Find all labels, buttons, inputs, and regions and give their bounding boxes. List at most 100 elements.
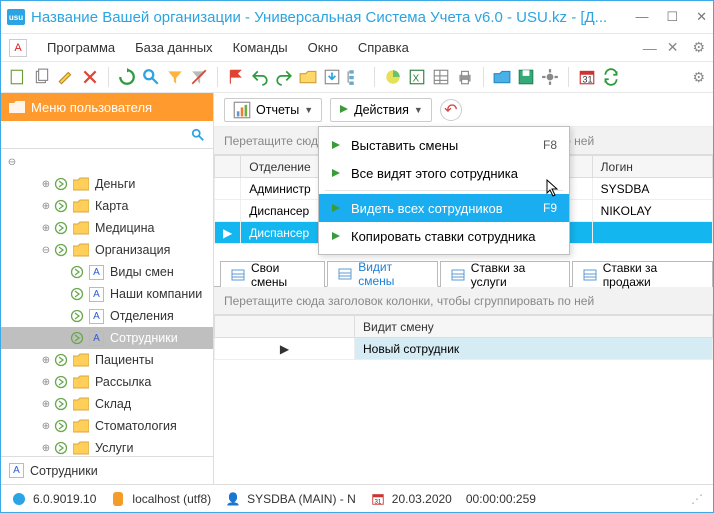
menu-item-label: Выставить смены (351, 138, 533, 153)
table-icon (583, 268, 597, 282)
minimize-button[interactable]: — (635, 9, 648, 25)
toolbar-import-icon[interactable] (323, 68, 341, 86)
tree-folder[interactable]: ⊕Услуги (1, 437, 213, 456)
maximize-button[interactable]: ☐ (666, 9, 678, 25)
toolbar-new-icon[interactable] (9, 68, 27, 86)
reports-button[interactable]: Отчеты ▼ (224, 98, 322, 122)
toolbar-filter-icon[interactable] (166, 68, 184, 86)
tab[interactable]: Ставки за услуги (440, 261, 570, 287)
arrow-circle-icon (53, 176, 69, 192)
tree-item[interactable]: AНаши компании (1, 283, 213, 305)
column-header[interactable]: Видит смену (355, 316, 713, 338)
tree-item[interactable]: AСотрудники (1, 327, 213, 349)
toolbar-undo-icon[interactable] (251, 68, 269, 86)
tree-label: Медицина (95, 221, 155, 235)
tree-folder[interactable]: ⊕Деньги (1, 173, 213, 195)
tree-folder[interactable]: ⊕Рассылка (1, 371, 213, 393)
toolbar-folder-open-icon[interactable] (493, 68, 511, 86)
menu-separator (325, 190, 563, 191)
toolbar-pie-icon[interactable] (384, 68, 402, 86)
play-icon (339, 103, 349, 117)
tree-label: Карта (95, 199, 128, 213)
language-badge-icon[interactable]: A (9, 39, 27, 57)
play-icon (331, 138, 341, 153)
arrow-circle-icon (53, 352, 69, 368)
toolbar-open-icon[interactable] (299, 68, 317, 86)
menu-window[interactable]: Окно (300, 36, 346, 59)
menubar-dash-icon[interactable]: — (643, 40, 657, 56)
toolbar-flag-icon[interactable] (227, 68, 245, 86)
tree-item[interactable]: AОтделения (1, 305, 213, 327)
toolbar-calendar-icon[interactable]: 31 (578, 68, 596, 86)
cell[interactable]: SYSDBA (592, 178, 712, 200)
menubar-gear-icon[interactable]: ⚙ (692, 39, 705, 56)
actions-menu-item[interactable]: Выставить смены F8 (319, 131, 569, 159)
doc-a-icon: A (89, 287, 104, 302)
toolbar-print-icon[interactable] (456, 68, 474, 86)
back-button[interactable]: ↶ (440, 99, 462, 121)
app-window: usu Название Вашей организации - Универс… (0, 0, 714, 513)
toolbar-settings-icon[interactable]: ⚙ (692, 69, 705, 86)
arrow-circle-icon (53, 242, 69, 258)
toolbar-search-icon[interactable] (142, 68, 160, 86)
play-icon (331, 166, 341, 181)
tree-folder[interactable]: ⊖Организация (1, 239, 213, 261)
tree-label: Отделения (110, 309, 174, 323)
row-indicator: ▶ (215, 222, 241, 244)
calendar-icon: 31 (370, 491, 386, 507)
actions-button[interactable]: Действия ▼ (330, 98, 432, 122)
tree-folder[interactable]: ⊕Карта (1, 195, 213, 217)
menu-commands[interactable]: Команды (225, 36, 296, 59)
sees-shifts-grid[interactable]: Видит смену▶Новый сотрудник (214, 315, 713, 360)
menu-item-shortcut: F8 (543, 138, 557, 152)
toolbar-tree-icon[interactable] (347, 68, 365, 86)
tree-label: Рассылка (95, 375, 151, 389)
toolbar-save-icon[interactable] (517, 68, 535, 86)
search-icon (191, 128, 205, 142)
toolbar-excel-icon[interactable]: X (408, 68, 426, 86)
toolbar-edit-icon[interactable] (57, 68, 75, 86)
status-resize-grip-icon[interactable]: ⋰ (691, 492, 703, 506)
status-user: SYSDBA (MAIN) - N (247, 492, 356, 506)
actions-menu-item[interactable]: Копировать ставки сотрудника (319, 222, 569, 250)
group-hint-bottom: Перетащите сюда заголовок колонки, чтобы… (214, 287, 713, 315)
tree-root[interactable]: ⊖ (1, 151, 213, 173)
tree-folder[interactable]: ⊕Пациенты (1, 349, 213, 371)
tree-folder[interactable]: ⊕Медицина (1, 217, 213, 239)
window-title: Название Вашей организации - Универсальн… (31, 9, 625, 26)
toolbar-refresh-icon[interactable] (118, 68, 136, 86)
toolbar-redo-icon[interactable] (275, 68, 293, 86)
toolbar-gear-icon[interactable] (541, 68, 559, 86)
menu-help[interactable]: Справка (350, 36, 417, 59)
table-icon (338, 267, 352, 281)
menu-program[interactable]: Программа (39, 36, 123, 59)
tab[interactable]: Видит смены (327, 261, 438, 287)
cell[interactable]: NIKOLAY (592, 200, 712, 222)
toolbar-nofilter-icon[interactable] (190, 68, 208, 86)
menu-database[interactable]: База данных (127, 36, 220, 59)
actions-menu-item[interactable]: Все видят этого сотрудника (319, 159, 569, 187)
toolbar-sync-icon[interactable] (602, 68, 620, 86)
table-row[interactable]: ▶Новый сотрудник (215, 338, 713, 360)
column-header[interactable]: Логин (592, 156, 712, 178)
cell[interactable] (592, 222, 712, 244)
sidebar-bottom-tab[interactable]: A Сотрудники (1, 456, 213, 484)
actions-menu-item[interactable]: Видеть всех сотрудниковF9 (319, 194, 569, 222)
cell[interactable]: Новый сотрудник (355, 338, 713, 360)
sidebar-search[interactable] (1, 121, 213, 149)
tab[interactable]: Свои смены (220, 261, 325, 287)
tree-item[interactable]: AВиды смен (1, 261, 213, 283)
close-button[interactable]: ✕ (696, 9, 707, 25)
menu-item-label: Видеть всех сотрудников (351, 201, 533, 216)
tab-label: Видит смены (358, 260, 427, 288)
tree-folder[interactable]: ⊕Стоматология (1, 415, 213, 437)
toolbar-grid-icon[interactable] (432, 68, 450, 86)
tree-label: Деньги (95, 177, 135, 191)
folder-icon (73, 221, 89, 235)
menubar-close-icon[interactable]: ✕ (667, 39, 679, 56)
tab[interactable]: Ставки за продажи (572, 261, 713, 287)
tree-folder[interactable]: ⊕Склад (1, 393, 213, 415)
toolbar-delete-icon[interactable] (81, 68, 99, 86)
toolbar-copy-icon[interactable] (33, 68, 51, 86)
arrow-circle-icon (53, 396, 69, 412)
